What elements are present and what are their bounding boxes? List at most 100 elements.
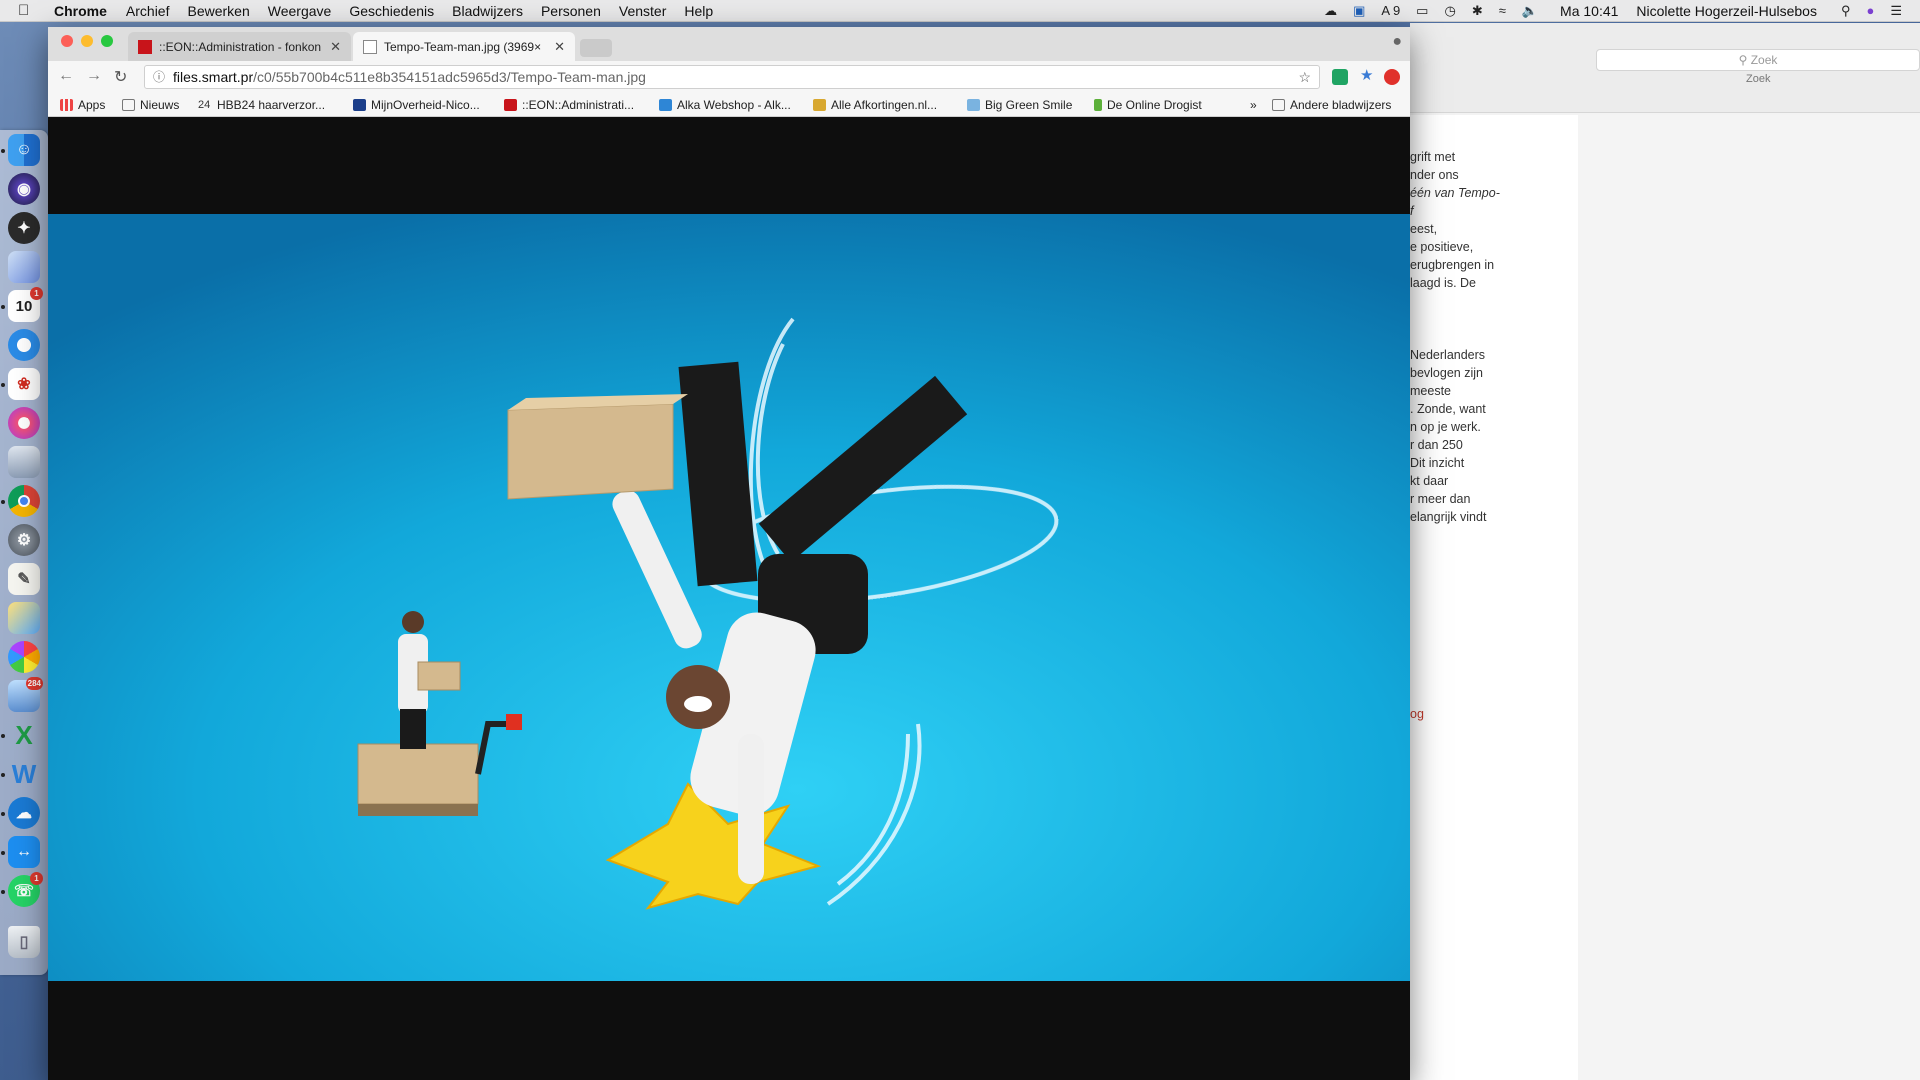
menu-venster[interactable]: Venster (619, 3, 666, 19)
search-input[interactable]: ⚲ Zoek (1596, 49, 1920, 71)
share-extension-icon[interactable] (1332, 69, 1348, 85)
trash-icon[interactable]: ▯ (8, 926, 40, 958)
forward-icon[interactable]: → (86, 67, 102, 85)
bookmark-big-green-smile[interactable]: Big Green Smile (967, 98, 1072, 112)
bookmark-label: Andere bladwijzers (1290, 98, 1392, 112)
bookmark-afkortingen[interactable]: Alle Afkortingen.nl... (813, 98, 937, 112)
info-icon[interactable]: ⓘ (153, 66, 165, 88)
doc-link[interactable]: og (1410, 707, 1424, 721)
calendar-icon[interactable]: 10 1 (8, 287, 43, 322)
bookmark-apps[interactable]: Apps (60, 98, 105, 112)
extension-icon[interactable]: ★ (1360, 66, 1373, 84)
menu-weergave[interactable]: Weergave (268, 3, 332, 19)
doc-line: r dan 250 (1410, 438, 1463, 452)
profile-icon[interactable]: ● (1392, 33, 1402, 51)
bookmark-eon[interactable]: ::EON::Administrati... (504, 98, 634, 112)
finder-icon[interactable]: ☺ (8, 134, 40, 166)
tab-eon-administration[interactable]: ::EON::Administration - fonkon ✕ (128, 32, 351, 61)
safari-icon[interactable] (8, 329, 40, 361)
system-preferences-icon[interactable]: ⚙ (8, 524, 40, 556)
menubar-user[interactable]: Nicolette Hogerzeil-Hulsebos (1636, 3, 1817, 19)
dropbox-icon[interactable]: ▣ (1353, 3, 1365, 19)
bookmark-hbb24[interactable]: 24 HBB24 haarverzor... (198, 98, 325, 112)
image-capture-icon[interactable] (8, 446, 40, 478)
running-indicator (1, 149, 5, 153)
close-tab-icon[interactable]: ✕ (330, 39, 341, 55)
airplay-icon[interactable]: ▭ (1416, 3, 1428, 19)
back-icon[interactable]: ← (58, 67, 74, 85)
whatsapp-badge: 1 (30, 872, 43, 885)
bluetooth-icon[interactable]: ✱ (1472, 3, 1483, 19)
textedit-icon[interactable]: ✎ (8, 563, 40, 595)
running-indicator (1, 812, 5, 816)
menu-archief[interactable]: Archief (126, 3, 170, 19)
apple-icon[interactable]:  (18, 2, 38, 19)
doc-line: laagd is. De (1410, 276, 1477, 290)
menu-personen[interactable]: Personen (541, 3, 601, 19)
running-indicator (1, 383, 5, 387)
doc-line: f (1410, 204, 1414, 218)
bookmark-alka[interactable]: Alka Webshop - Alk... (659, 98, 791, 112)
cardboard-box-held (507, 394, 688, 500)
bookmark-label: ::EON::Administrati... (522, 98, 635, 112)
menubar:  Chrome Archief Bewerken Weergave Gesch… (0, 0, 1920, 22)
doc-line: n op je werk. (1410, 420, 1481, 434)
whatsapp-icon[interactable]: ☏ 1 (8, 872, 43, 907)
launchpad-icon[interactable]: ✦ (8, 212, 40, 244)
volume-icon[interactable]: 🔈 (1522, 3, 1538, 19)
bookmark-star-icon[interactable]: ☆ (1298, 66, 1311, 88)
creative-cloud-icon[interactable]: ☁ (1324, 3, 1337, 19)
running-indicator (1, 851, 5, 855)
alka-icon (659, 99, 672, 111)
reload-icon[interactable]: ↻ (114, 67, 127, 87)
word-icon[interactable]: W (8, 758, 40, 790)
onedrive-icon[interactable]: ☁ (8, 797, 40, 829)
address-bar[interactable]: ⓘ files.smart.pr/c0/55b700b4c511e8b35415… (144, 65, 1320, 89)
preview-icon[interactable]: 284 (8, 677, 43, 712)
bookmark-mijnoverheid[interactable]: MijnOverheid-Nico... (353, 98, 480, 112)
doc-line: elangrijk vindt (1410, 510, 1487, 524)
time-machine-icon[interactable]: ◷ (1444, 3, 1455, 19)
photos-icon[interactable] (8, 641, 40, 673)
menu-geschiedenis[interactable]: Geschiedenis (349, 3, 434, 19)
eon-icon (504, 99, 517, 111)
adblock-icon[interactable] (1384, 69, 1400, 85)
photos-viewer-icon[interactable] (8, 602, 40, 634)
bookmark-label: HBB24 haarverzor... (217, 98, 326, 112)
search-label: Zoek (1746, 73, 1771, 85)
zoom-window-button[interactable] (101, 35, 113, 47)
teamviewer-icon[interactable]: ↔ (8, 836, 40, 868)
close-window-button[interactable] (61, 35, 73, 47)
notification-center-icon[interactable]: ☰ (1890, 3, 1902, 19)
bookmark-nieuws[interactable]: Nieuws (122, 98, 179, 112)
spotlight-icon[interactable]: ⚲ (1841, 3, 1851, 19)
menu-help[interactable]: Help (684, 3, 713, 19)
excel-icon[interactable]: X (8, 719, 40, 751)
menubar-clock[interactable]: Ma 10:41 (1560, 3, 1618, 19)
siri-icon[interactable]: ● (1866, 3, 1874, 18)
tab-tempo-team-image[interactable]: Tempo-Team-man.jpg (3969× ✕ (353, 32, 575, 61)
menu-bewerken[interactable]: Bewerken (187, 3, 249, 19)
close-tab-icon[interactable]: ✕ (554, 39, 565, 55)
itunes-icon[interactable]: ♫ (8, 407, 40, 439)
adobe-status-icon[interactable]: A 9 (1381, 3, 1400, 18)
acrobat-icon[interactable]: ❀ (8, 368, 40, 400)
menu-app-name[interactable]: Chrome (54, 3, 107, 19)
apps-grid-icon (60, 99, 73, 111)
search-placeholder: Zoek (1750, 53, 1778, 67)
new-tab-button[interactable] (580, 39, 612, 57)
tempo-team-photo[interactable] (48, 214, 1410, 981)
bookmark-other[interactable]: Andere bladwijzers (1272, 98, 1391, 112)
notes-files-icon[interactable] (8, 251, 40, 283)
bookmarks-overflow-button[interactable]: » (1250, 98, 1257, 112)
doc-line: eest, (1410, 222, 1438, 236)
wifi-icon[interactable]: ≈ (1499, 3, 1506, 18)
bookmark-online-drogist[interactable]: De Online Drogist (1094, 98, 1202, 112)
doc-line: Nederlanders (1410, 348, 1486, 362)
siri-icon[interactable]: ◉ (8, 173, 40, 205)
dock: ☺ ◉ ✦ 10 1 ❀ ♫ ⚙ ✎ 284 X W ☁ ↔ ☏ 1 ▯ (0, 130, 48, 975)
menu-bladwijzers[interactable]: Bladwijzers (452, 3, 523, 19)
background-app-sidebar (1578, 115, 1920, 1080)
minimize-window-button[interactable] (81, 35, 93, 47)
chrome-icon[interactable] (8, 485, 40, 517)
